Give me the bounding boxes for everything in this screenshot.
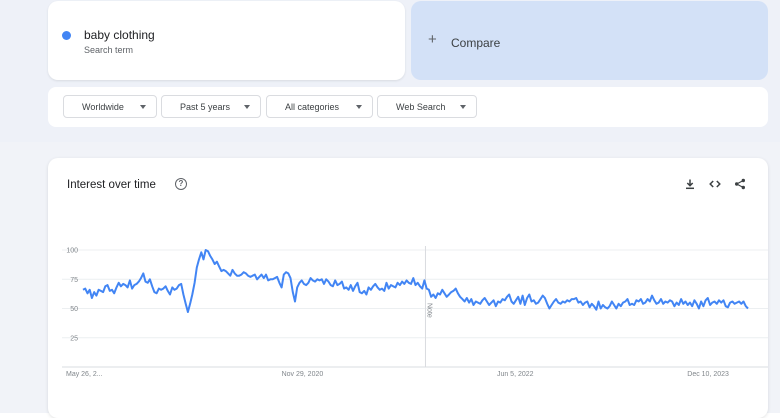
filter-bar: Worldwide Past 5 years All categories We… <box>48 87 768 127</box>
interest-line-chart: 100 75 50 25 Note May 26, 2... Nov 29, 2020 Jun… <box>62 246 768 378</box>
filter-category-label: All categories <box>285 101 340 112</box>
y-tick-label: 75 <box>70 277 78 284</box>
filter-property-label: Web Search <box>396 101 446 112</box>
x-tick-label: Nov 29, 2020 <box>282 371 324 378</box>
filter-time-label: Past 5 years <box>180 101 231 112</box>
chevron-down-icon <box>460 105 466 109</box>
plus-icon: + <box>428 31 437 48</box>
y-tick-label: 50 <box>70 306 78 313</box>
interest-over-time-card: Interest over time ? 100 75 50 25 Note May 26… <box>48 158 768 418</box>
filter-region-dropdown[interactable]: Worldwide <box>63 95 157 118</box>
compare-label: Compare <box>451 36 501 50</box>
x-tick-label: Jun 5, 2022 <box>497 371 534 378</box>
y-tick-label: 25 <box>70 335 78 342</box>
filter-category-dropdown[interactable]: All categories <box>266 95 373 118</box>
chevron-down-icon <box>244 105 250 109</box>
x-tick-label: May 26, 2... <box>66 371 103 378</box>
search-term-name[interactable]: baby clothing <box>84 28 155 42</box>
y-tick-label: 100 <box>66 248 78 255</box>
filter-time-dropdown[interactable]: Past 5 years <box>161 95 261 118</box>
filter-property-dropdown[interactable]: Web Search <box>377 95 477 118</box>
series-line-baby-clothing <box>82 249 749 313</box>
chevron-down-icon <box>356 105 362 109</box>
filter-region-label: Worldwide <box>82 101 124 112</box>
search-term-card[interactable]: baby clothing Search term <box>48 1 405 80</box>
note-label: Note <box>425 303 432 318</box>
compare-button[interactable]: + Compare <box>411 1 768 80</box>
x-tick-label: Dec 10, 2023 <box>687 371 729 378</box>
search-term-subtitle: Search term <box>84 45 134 55</box>
chevron-down-icon <box>140 105 146 109</box>
series-color-dot <box>62 31 71 40</box>
